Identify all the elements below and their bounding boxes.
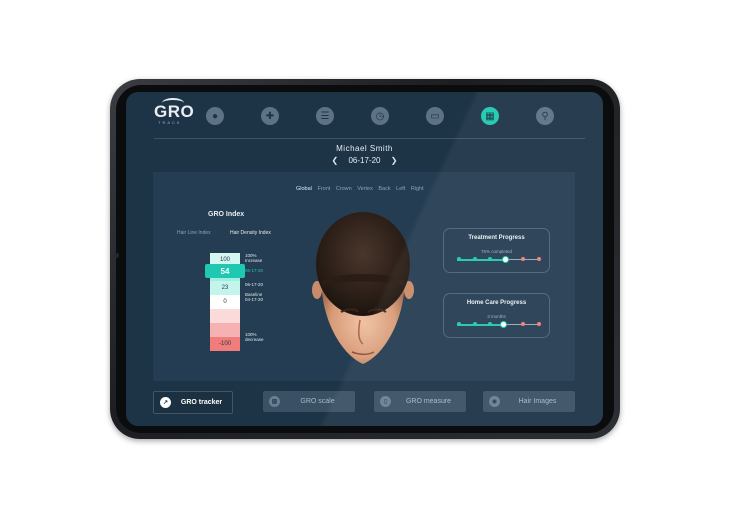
gro-index-scale: 100 23 0 -100 54 bbox=[205, 253, 245, 351]
scale-label-bottom: 100% decrease bbox=[245, 332, 264, 342]
treatment-progress-track bbox=[457, 255, 541, 263]
view-tab-left[interactable]: Left bbox=[396, 186, 405, 192]
document-icon[interactable]: ☰ bbox=[316, 107, 334, 125]
view-tab-front[interactable]: Front bbox=[317, 186, 330, 192]
scale-cell: -100 bbox=[210, 337, 240, 351]
hair-images-button[interactable]: ◉ Hair Images bbox=[483, 391, 575, 412]
scale-label-date: 06-17-20 bbox=[245, 282, 264, 287]
main-panel: Global Front Crown Vertex Back Left Righ… bbox=[153, 172, 575, 381]
head-3d-model[interactable] bbox=[308, 202, 418, 372]
current-date: 06-17-20 bbox=[348, 156, 381, 165]
search-icon[interactable]: ⚲ bbox=[536, 107, 554, 125]
clock-icon[interactable]: ◷ bbox=[371, 107, 389, 125]
home-care-progress-handle[interactable] bbox=[500, 320, 508, 328]
home-care-progress-track bbox=[457, 320, 541, 328]
gro-index-title: GRO Index bbox=[208, 211, 245, 218]
gro-logo[interactable]: GRO TRACK bbox=[154, 98, 194, 125]
card-icon[interactable]: ▭ bbox=[426, 107, 444, 125]
gro-scale-button[interactable]: ▩ GRO scale bbox=[263, 391, 355, 412]
home-care-progress-status: 3 months bbox=[487, 314, 506, 319]
treatment-progress-status: 76% completed bbox=[480, 249, 513, 254]
tab-hair-density-index[interactable]: Hair Density Index bbox=[230, 230, 271, 236]
view-tab-global[interactable]: Global bbox=[296, 186, 312, 192]
view-tab-crown[interactable]: Crown bbox=[336, 186, 352, 192]
prev-date-chevron-icon[interactable]: ❮ bbox=[332, 156, 339, 165]
date-selector: ❮ 06-17-20 ❯ bbox=[126, 156, 603, 165]
nav-divider bbox=[154, 138, 585, 139]
view-tab-right[interactable]: Right bbox=[411, 186, 424, 192]
gallery-icon[interactable]: ▦ bbox=[481, 107, 499, 125]
home-care-progress-title: Home Care Progress bbox=[466, 300, 527, 306]
treatment-progress-card: Treatment Progress 76% completed bbox=[443, 228, 550, 273]
scale-cell: 23 bbox=[210, 281, 240, 295]
medical-plus-icon[interactable]: ✚ bbox=[261, 107, 279, 125]
view-tabs: Global Front Crown Vertex Back Left Righ… bbox=[296, 186, 428, 192]
home-care-progress-card: Home Care Progress 3 months bbox=[443, 293, 550, 338]
scale-cell: 0 bbox=[210, 295, 240, 309]
scale-label-top: 100% Increase bbox=[245, 253, 263, 263]
app-screen: GRO TRACK ● ✚ ☰ ◷ ▭ ▦ ⚲ Michael Smith ❮ … bbox=[126, 92, 603, 426]
camera-icon: ◉ bbox=[489, 396, 500, 407]
view-tab-back[interactable]: Back bbox=[378, 186, 390, 192]
bar-chart-icon: ▩ bbox=[269, 396, 280, 407]
camera-dot bbox=[114, 253, 119, 258]
patient-name: Michael Smith bbox=[336, 144, 393, 153]
scale-cell bbox=[210, 309, 240, 323]
gro-tracker-button[interactable]: ↗ GRO tracker bbox=[153, 391, 233, 414]
scale-label-current-date: 06-17-20 bbox=[245, 268, 264, 273]
next-date-chevron-icon[interactable]: ❯ bbox=[391, 156, 398, 165]
scale-label-baseline: Baseline 04-17-20 bbox=[245, 292, 264, 302]
tab-hair-line-index[interactable]: Hair Line Index bbox=[177, 230, 211, 236]
treatment-progress-title: Treatment Progress bbox=[468, 235, 525, 241]
ruler-icon: ▯ bbox=[380, 396, 391, 407]
scale-cell bbox=[210, 323, 240, 337]
user-icon[interactable]: ● bbox=[206, 107, 224, 125]
trend-icon: ↗ bbox=[160, 397, 171, 408]
gro-measure-button[interactable]: ▯ GRO measure bbox=[374, 391, 466, 412]
treatment-progress-handle[interactable] bbox=[502, 255, 509, 263]
view-tab-vertex[interactable]: Vertex bbox=[357, 186, 373, 192]
current-index-value: 54 bbox=[205, 264, 245, 278]
